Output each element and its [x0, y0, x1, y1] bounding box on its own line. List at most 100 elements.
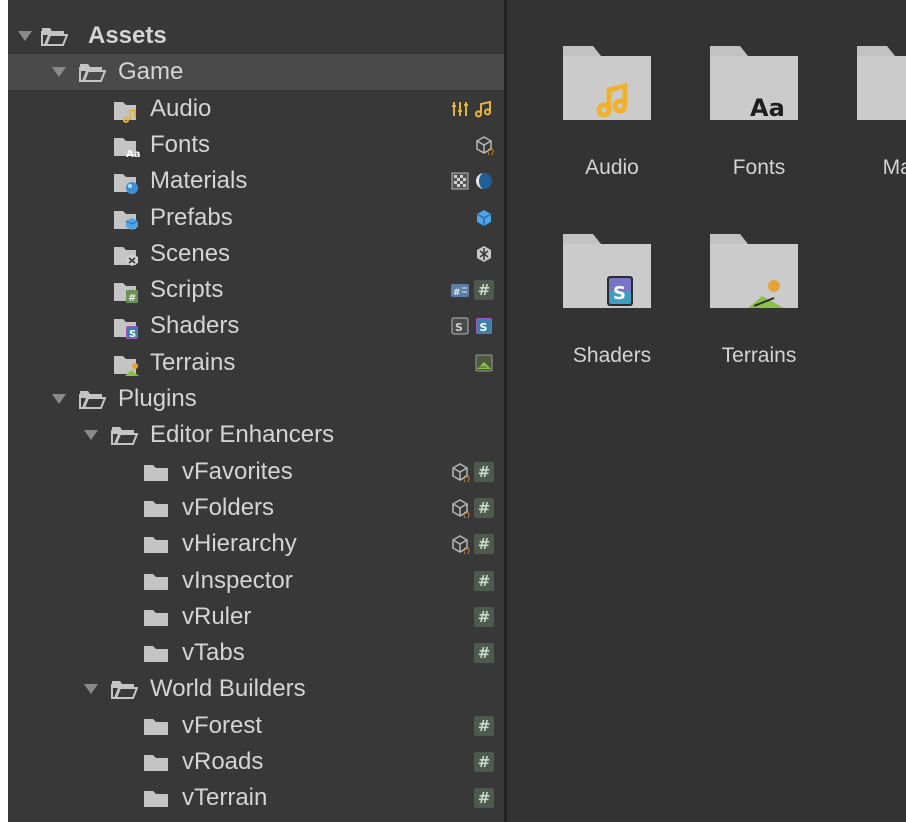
open-folder-icon [40, 25, 69, 49]
folder-label: Audio [150, 94, 212, 122]
tree-item-vfavorites[interactable]: vFavorites {} # [8, 454, 504, 490]
tree-item-audio[interactable]: Audio [8, 91, 504, 127]
tree-item-vfolders[interactable]: vFolders {} # [8, 490, 504, 526]
tree-item-vtabs[interactable]: vTabs # [8, 635, 504, 671]
folder-label: vHierarchy [182, 530, 297, 558]
shader-graph-icon: S [451, 317, 469, 335]
csharp-script-icon: # [474, 606, 494, 627]
audio-mixer-icon [452, 101, 468, 116]
tree-item-assets[interactable]: Assets [8, 18, 504, 54]
tree-item-vinspector[interactable]: vInspector # [8, 563, 504, 599]
scripts-folder-icon: # [112, 279, 140, 304]
tree-item-editor-enhancers[interactable]: Editor Enhancers [8, 417, 504, 453]
folder-icon [142, 642, 170, 666]
folder-tile-mate[interactable]: Mate [841, 38, 906, 198]
tree-item-vhierarchy[interactable]: vHierarchy {} # [8, 526, 504, 562]
folder-icon [142, 497, 170, 521]
tree-item-vterrain[interactable]: vTerrain # [8, 780, 504, 816]
folder-tile-shaders[interactable]: S Shaders [547, 226, 677, 386]
tree-item-scenes[interactable]: Scenes [8, 236, 504, 272]
tree-item-vforest[interactable]: vForest # [8, 708, 504, 744]
materials-folder-icon [112, 170, 140, 195]
tree-item-game[interactable]: Game [8, 54, 504, 91]
shaders-folder-icon: S [112, 315, 140, 340]
music-note-icon [475, 100, 491, 118]
folder-label: Assets [88, 22, 167, 49]
svg-text:S: S [480, 321, 488, 334]
csharp-script-icon: # [474, 788, 494, 809]
folder-badges [474, 352, 494, 374]
tile-label: Audio [585, 156, 639, 179]
csharp-script-icon: # [474, 752, 494, 772]
folder-badges [450, 170, 494, 192]
folder-label: Editor Enhancers [150, 421, 335, 449]
folder-badges: # [474, 787, 494, 809]
tile-label: Shaders [572, 344, 652, 367]
folder-badges: # [474, 751, 494, 773]
expand-arrow-icon[interactable] [84, 684, 98, 695]
tree-item-materials[interactable]: Materials [8, 163, 504, 199]
tile-label: Mate [882, 156, 906, 179]
folder-label: Scripts [150, 276, 224, 304]
svg-text:#: # [128, 293, 136, 304]
tree-item-terrains[interactable]: Terrains [8, 345, 504, 381]
shader-icon: S [476, 318, 492, 335]
tile-label: Terrains [721, 344, 797, 367]
folder-badges: # [474, 642, 494, 664]
folder-icon [142, 570, 170, 594]
folder-tile-fonts[interactable]: Aa Fonts [694, 38, 824, 198]
tree-item-world-builders[interactable]: World Builders [8, 671, 504, 707]
unity-scene-icon [477, 245, 491, 262]
open-folder-icon [110, 678, 139, 702]
folder-badges: {} # [450, 533, 494, 555]
folder-badges: # [474, 570, 494, 592]
fonts-folder-icon: Aa [112, 134, 141, 160]
folder-badges: # [474, 606, 494, 628]
audio-folder-icon [112, 98, 140, 123]
tree-item-vruler[interactable]: vRuler # [8, 599, 504, 635]
tree-item-prefabs[interactable]: Prefabs [8, 200, 504, 236]
tree-item-shaders[interactable]: S Shaders S S [8, 308, 504, 344]
folder-tile-audio[interactable]: Audio [547, 38, 677, 198]
folder-badges: # # [450, 279, 494, 301]
folder-label: Materials [150, 167, 248, 195]
terrain-icon [475, 354, 493, 372]
folder-badges [450, 98, 494, 120]
folder-label: vRuler [182, 602, 252, 630]
folder-label: Terrains [150, 348, 236, 376]
terrain-folder-icon [710, 234, 798, 308]
music-note-folder-icon [563, 46, 651, 120]
unity-project-window: Assets Game Audio Aa Fonts {} Materials Prefabs… [8, 0, 906, 822]
svg-text:#: # [453, 288, 461, 298]
tree-item-fonts[interactable]: Aa Fonts {} [8, 127, 504, 163]
terrains-folder-icon [112, 352, 140, 376]
folder-label: Shaders [150, 312, 240, 340]
folder-icon [142, 751, 170, 775]
folder-badges: SS [450, 315, 494, 337]
tile-label: Fonts [732, 156, 786, 179]
font-aa-folder-icon: Aa [710, 46, 798, 122]
shader-folder-icon: S [563, 234, 651, 308]
folder-tile-terrains[interactable]: Terrains [694, 226, 824, 386]
package-icon: {} [452, 535, 470, 554]
expand-arrow-icon[interactable] [84, 430, 98, 441]
package-icon: {} [452, 462, 470, 482]
expand-arrow-icon[interactable] [52, 394, 66, 404]
tree-item-plugins[interactable]: Plugins [8, 381, 504, 417]
tree-item-scripts[interactable]: # Scripts # # [8, 272, 504, 308]
tree-item-vroads[interactable]: vRoads # [8, 744, 504, 780]
folder-badges [474, 243, 494, 265]
expand-arrow-icon[interactable] [18, 31, 32, 41]
svg-text:{}: {} [462, 547, 470, 554]
prefab-cube-icon [476, 209, 492, 226]
folder-icon [142, 606, 170, 630]
csharp-script-icon: # [474, 715, 494, 736]
svg-text:S: S [129, 329, 136, 340]
project-folder-tree: Assets Game Audio Aa Fonts {} Materials Prefabs… [8, 0, 504, 822]
prefabs-folder-icon [112, 207, 140, 231]
folder-label: Game [118, 58, 184, 86]
csharp-script-icon: # [474, 497, 494, 518]
folder-label: vTabs [182, 639, 245, 667]
svg-text:Aa: Aa [126, 149, 141, 160]
expand-arrow-icon[interactable] [52, 67, 66, 78]
